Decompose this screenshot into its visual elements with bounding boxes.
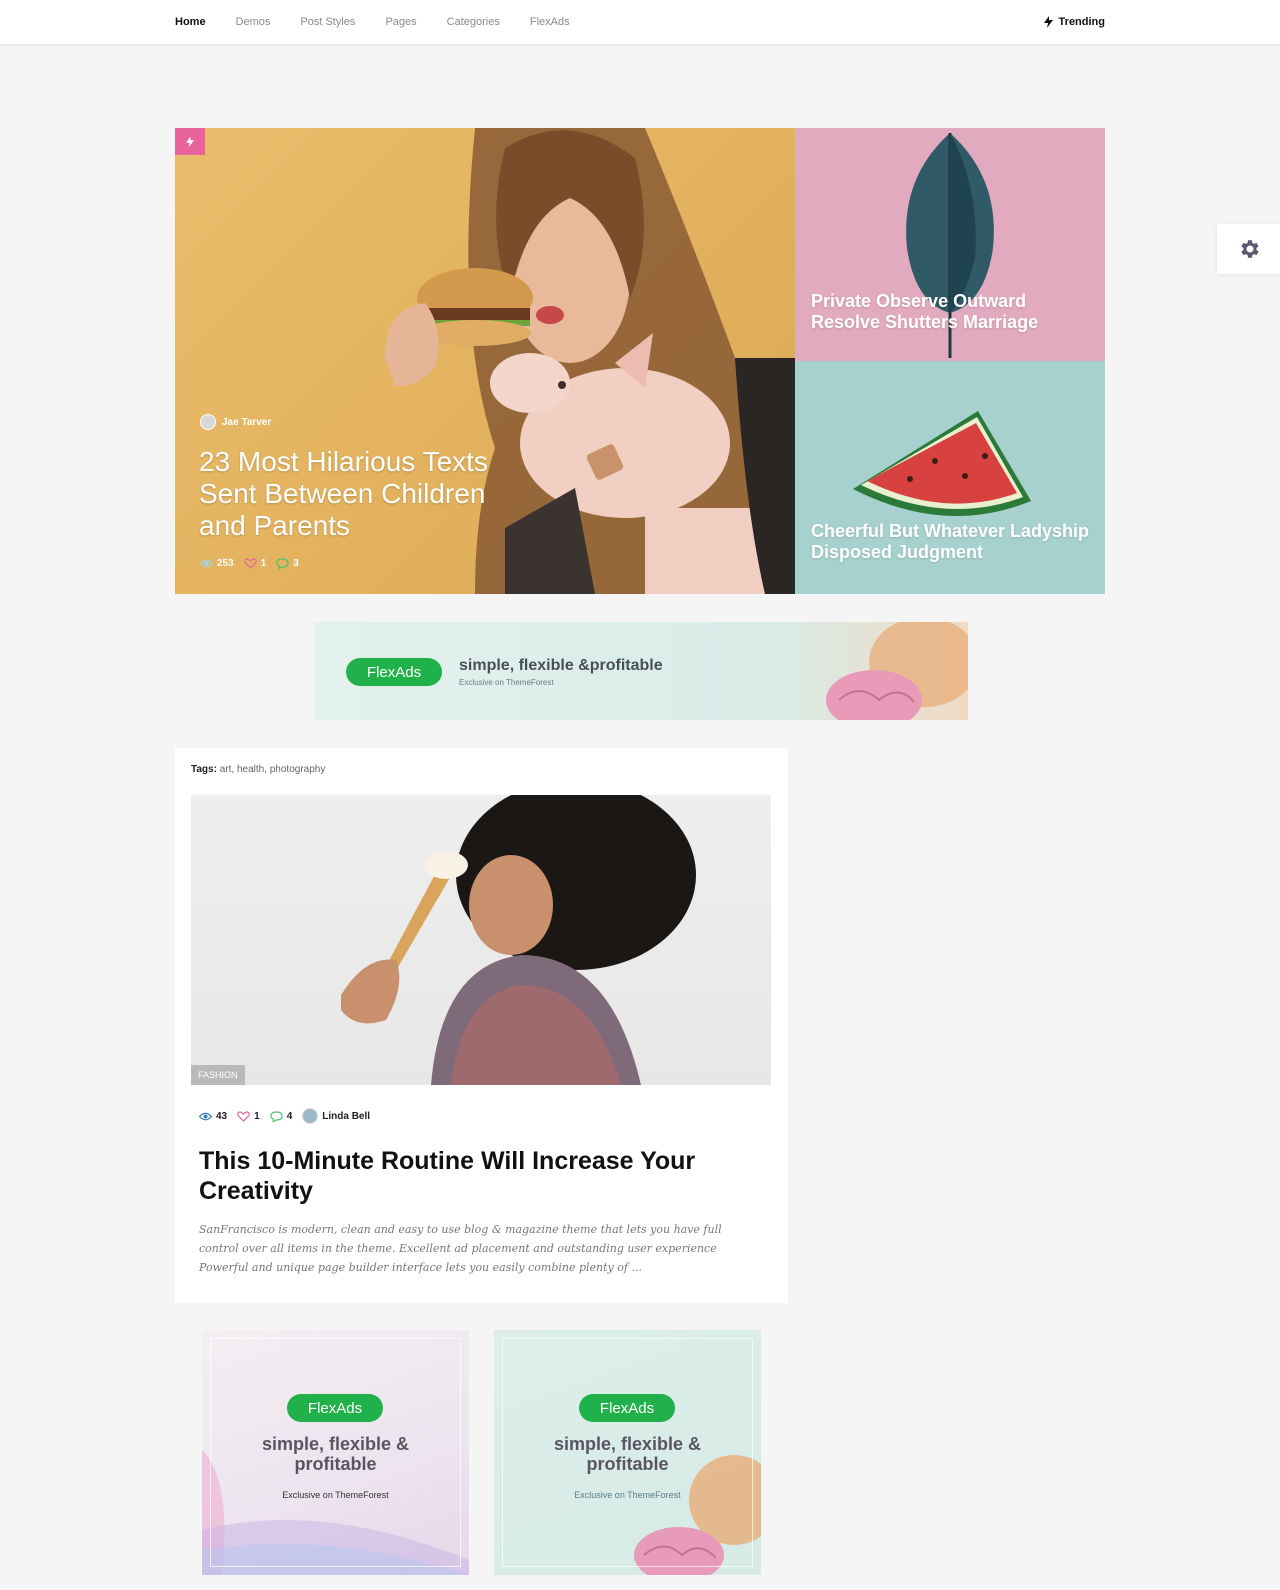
- settings-button[interactable]: [1217, 224, 1280, 274]
- hero-stats: 253 1 3: [200, 558, 305, 569]
- ad-subline: Exclusive on ThemeForest: [459, 678, 554, 687]
- hero-author[interactable]: Jae Tarver: [200, 414, 271, 430]
- nav-item-flexads[interactable]: FlexAds: [530, 16, 570, 28]
- ad-headline-line2: profitable: [586, 1454, 669, 1474]
- ice-cream-woman-image: [341, 795, 696, 1085]
- square-ad[interactable]: FlexAds simple, flexible & profitable Ex…: [494, 1330, 761, 1575]
- likes-stat[interactable]: 1: [237, 1111, 260, 1122]
- featured-badge: [175, 128, 205, 155]
- article-card: Tags: art, health, photography FASHION 4…: [175, 748, 788, 1303]
- hero-main-title[interactable]: 23 Most Hilarious Texts Sent Between Chi…: [199, 446, 529, 542]
- eye-icon: [199, 1112, 212, 1120]
- ad-headline-line2: profitable: [294, 1454, 377, 1474]
- banner-ad[interactable]: FlexAds simple, flexible &profitable Exc…: [314, 622, 968, 720]
- eye-icon: [200, 559, 213, 568]
- article-image[interactable]: FASHION: [191, 795, 771, 1085]
- flash-icon: [186, 136, 194, 147]
- category-tag[interactable]: FASHION: [191, 1065, 245, 1085]
- flexads-pill: FlexAds: [287, 1394, 383, 1422]
- author-name: Linda Bell: [322, 1110, 371, 1122]
- nav-item-pages[interactable]: Pages: [385, 16, 416, 28]
- tags-label: Tags:: [191, 764, 217, 775]
- views-stat: 253: [200, 558, 234, 569]
- gear-icon: [1240, 240, 1259, 258]
- comments-stat[interactable]: 4: [270, 1110, 293, 1122]
- comment-icon: [270, 1110, 283, 1122]
- comments-count: 4: [286, 1110, 293, 1122]
- hero-side-post-top[interactable]: Private Observe Outward Resolve Shutters…: [795, 128, 1105, 361]
- ad-headline: simple, flexible & profitable: [494, 1434, 761, 1474]
- flexads-pill: FlexAds: [346, 658, 442, 686]
- likes-count: 1: [254, 1110, 260, 1122]
- avatar: [302, 1108, 319, 1124]
- likes-stat[interactable]: 1: [243, 558, 267, 569]
- side-post-title[interactable]: Cheerful But Whatever Ladyship Disposed …: [811, 521, 1091, 563]
- comments-count: 3: [293, 558, 299, 569]
- ad-headline-line1: simple, flexible &: [261, 1434, 410, 1454]
- heart-icon: [243, 558, 257, 569]
- views-count: 253: [217, 558, 234, 569]
- ad-headline: simple, flexible & profitable: [202, 1434, 469, 1474]
- hero-side-post-bottom[interactable]: Cheerful But Whatever Ladyship Disposed …: [795, 361, 1105, 594]
- trending-label: Trending: [1058, 16, 1105, 28]
- trending-link[interactable]: Trending: [1043, 0, 1105, 44]
- main-nav: Home Demos Post Styles Pages Categories …: [175, 0, 600, 44]
- tags-list[interactable]: art, health, photography: [220, 764, 326, 775]
- article-title[interactable]: This 10-Minute Routine Will Increase You…: [199, 1146, 719, 1206]
- ad-headline-line1: simple, flexible &: [553, 1434, 702, 1454]
- flash-icon: [1043, 16, 1053, 28]
- avatar: [200, 414, 216, 430]
- ad-subline: Exclusive on ThemeForest: [282, 1490, 389, 1500]
- nav-item-home[interactable]: Home: [175, 16, 206, 28]
- nav-item-demos[interactable]: Demos: [236, 16, 271, 28]
- views-stat: 43: [199, 1111, 227, 1122]
- heart-icon: [237, 1110, 250, 1122]
- likes-count: 1: [260, 558, 267, 569]
- comments-stat[interactable]: 3: [276, 558, 299, 569]
- tags-line: Tags: art, health, photography: [191, 764, 325, 775]
- hero-grid: Jae Tarver 23 Most Hilarious Texts Sent …: [175, 128, 1105, 594]
- author-name: Jae Tarver: [222, 416, 272, 428]
- ad-subline: Exclusive on ThemeForest: [574, 1490, 681, 1500]
- top-navbar: Home Demos Post Styles Pages Categories …: [0, 0, 1280, 44]
- hero-main-post[interactable]: Jae Tarver 23 Most Hilarious Texts Sent …: [175, 128, 795, 594]
- article-meta: 43 1 4 Linda Bell: [199, 1108, 376, 1124]
- article-excerpt: SanFrancisco is modern, clean and easy t…: [199, 1223, 722, 1274]
- author-link[interactable]: Linda Bell: [302, 1108, 370, 1124]
- nav-item-post-styles[interactable]: Post Styles: [300, 16, 355, 28]
- comment-icon: [276, 558, 289, 569]
- side-post-title[interactable]: Private Observe Outward Resolve Shutters…: [811, 291, 1091, 333]
- square-ad[interactable]: FlexAds simple, flexible & profitable Ex…: [202, 1330, 469, 1575]
- nav-item-categories[interactable]: Categories: [447, 16, 500, 28]
- flexads-pill: FlexAds: [579, 1394, 675, 1422]
- views-count: 43: [216, 1110, 228, 1122]
- ad-headline: simple, flexible &profitable: [459, 657, 663, 674]
